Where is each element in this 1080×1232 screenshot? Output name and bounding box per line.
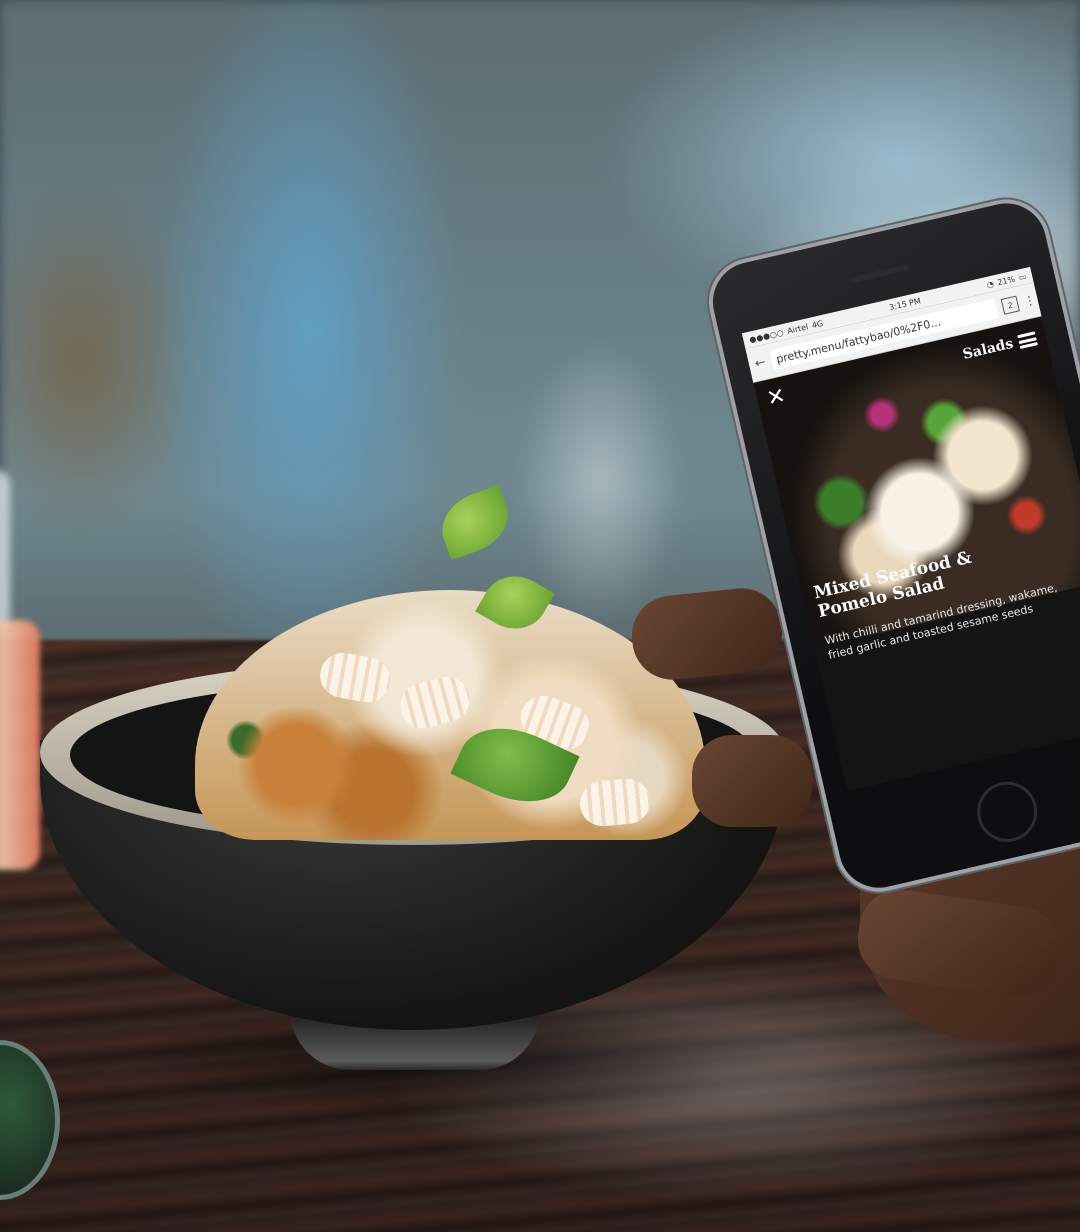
network-type: 4G	[810, 318, 824, 330]
section-title: Salads	[961, 335, 1015, 363]
finger	[692, 735, 812, 827]
hamburger-icon[interactable]	[1017, 331, 1038, 350]
close-icon[interactable]: ✕	[765, 383, 789, 412]
tab-switcher-button[interactable]: 2	[1000, 295, 1020, 315]
battery-percent: 21%	[996, 274, 1016, 287]
blurred-bottle-top	[0, 470, 10, 630]
phone-earpiece	[849, 264, 910, 284]
battery-icon: ▭	[1017, 271, 1028, 282]
wifi-icon: ◔	[985, 278, 995, 290]
kebab-menu-icon[interactable]: ⋮	[1022, 293, 1037, 309]
home-button[interactable]	[971, 775, 1044, 848]
sauce-bottle	[0, 620, 40, 870]
section-nav[interactable]: Salads	[961, 330, 1038, 363]
back-arrow-icon[interactable]: ←	[753, 354, 767, 371]
carrier-name: Airtel	[786, 321, 810, 336]
